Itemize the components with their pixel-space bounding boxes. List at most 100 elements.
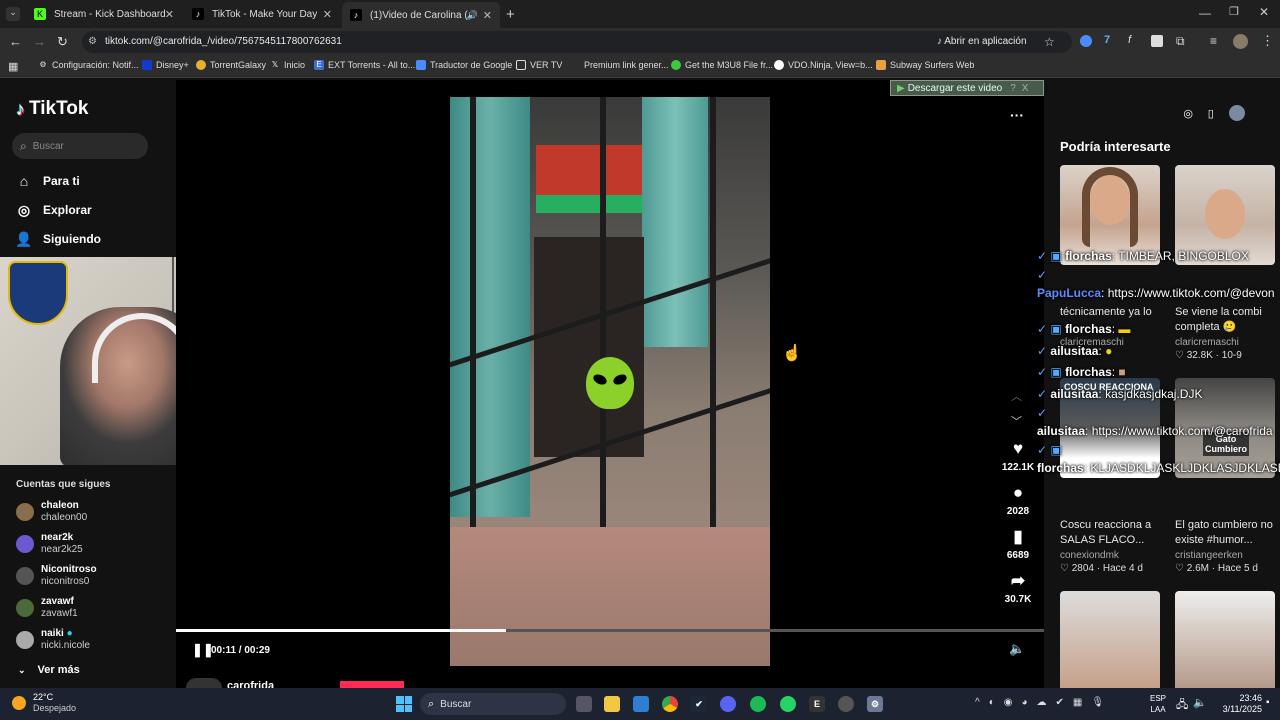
bookmark-item[interactable]: Subway Surfers Web	[876, 60, 974, 70]
settings-icon[interactable]: ⚙	[867, 696, 883, 712]
file-explorer-icon[interactable]	[604, 696, 620, 712]
site-info-icon[interactable]: ⚙	[88, 31, 97, 53]
network-icon[interactable]: 🖧	[1176, 696, 1188, 715]
phone-icon[interactable]: ▯	[1208, 107, 1214, 120]
url-input[interactable]: ⚙ tiktok.com/@carofrida_/video/756754511…	[82, 31, 1072, 53]
following-item[interactable]: zavawf zavawf1	[16, 596, 78, 620]
chat-message: ✓ ailusitaa: ●	[1037, 344, 1112, 358]
apps-icon[interactable]: ▦	[8, 60, 18, 73]
video-card[interactable]	[1060, 591, 1160, 688]
close-icon[interactable]: ✕	[323, 8, 332, 21]
author-avatar[interactable]	[186, 678, 222, 688]
more-options-icon[interactable]: ···	[1010, 107, 1024, 123]
extension-icon[interactable]: f	[1128, 34, 1131, 46]
bookmark-label: EXT Torrents - All to...	[328, 60, 416, 70]
speaker-icon[interactable]: 🔊	[467, 10, 478, 21]
following-item[interactable]: naiki ● nicki.nicole	[16, 628, 90, 652]
menu-icon[interactable]: ≡	[1210, 34, 1217, 48]
tab-video[interactable]: ♪ (1)Video de Carolina (@carofrida 🔊 ✕	[342, 2, 500, 28]
bookmark-item[interactable]: VDO.Ninja, View=b...	[774, 60, 873, 70]
progress-track[interactable]	[176, 629, 1044, 632]
open-in-app-button[interactable]: ♪ Abrir en aplicación	[937, 31, 1027, 53]
search-input[interactable]: ⌕ Buscar	[12, 133, 148, 159]
discord-icon[interactable]	[720, 696, 736, 712]
bookmark-item[interactable]: TorrentGalaxy	[196, 60, 266, 70]
scroll-up-icon[interactable]: ︿	[1011, 388, 1022, 404]
more-icon[interactable]: ⋮	[1261, 33, 1274, 49]
author-name[interactable]: carofrida	[227, 680, 274, 688]
extension-icon[interactable]	[1151, 35, 1163, 47]
chrome-icon[interactable]	[662, 696, 678, 712]
new-tab-icon[interactable]: +	[506, 6, 515, 23]
language-indicator[interactable]: ESP LAA	[1150, 693, 1166, 715]
scroll-down-icon[interactable]: ﹀	[1011, 413, 1022, 429]
taskbar-search[interactable]: ⌕ Buscar	[420, 693, 566, 715]
bookmark-item[interactable]: ⚙ Configuración: Notif...	[38, 60, 138, 70]
close-icon[interactable]: ✕	[165, 8, 174, 21]
reload-icon[interactable]: ↻	[57, 34, 68, 50]
task-view-icon[interactable]	[576, 696, 592, 712]
tab-kick[interactable]: K Stream - Kick Dashboard ✕	[26, 4, 182, 24]
nav-siguiendo[interactable]: 👤 Siguiendo	[15, 231, 101, 247]
bookmark-item[interactable]: Traductor de Google	[416, 60, 512, 70]
right-panel: ◎ ▯ Podría interesarte técnicamente ya l…	[1044, 78, 1280, 688]
volume-icon[interactable]: 🔈	[1009, 641, 1025, 657]
star-icon[interactable]: ☆	[1044, 31, 1055, 53]
bookmark-label: TorrentGalaxy	[210, 60, 267, 70]
bookmark-item[interactable]: VER TV	[516, 60, 562, 70]
following-name: chaleon	[41, 500, 79, 511]
bookmark-item[interactable]: E EXT Torrents - All to...	[314, 60, 415, 70]
link-icon	[570, 60, 580, 70]
extension-icon[interactable]	[1080, 35, 1092, 47]
following-item[interactable]: Niconitroso niconitros0	[16, 564, 97, 588]
avatar[interactable]	[1233, 34, 1248, 49]
save-action[interactable]: ▮ 6689	[1000, 528, 1036, 562]
clock[interactable]: 23:46 3/11/2025	[1214, 693, 1262, 715]
avatar[interactable]	[1228, 105, 1245, 121]
help-icon[interactable]: ?	[1010, 83, 1016, 94]
windows-start-icon[interactable]	[396, 696, 412, 712]
close-icon[interactable]: ✕	[483, 9, 492, 22]
extension-icon[interactable]: 7	[1104, 34, 1110, 46]
comment-action[interactable]: ● 2028	[1000, 484, 1036, 518]
whatsapp-icon[interactable]	[780, 696, 796, 712]
obs-icon[interactable]	[838, 696, 854, 712]
follow-button[interactable]	[340, 681, 404, 688]
video-player[interactable]: ▶ Descargar este video ? X ··· ︿ ﹀ ❚❚ 00…	[176, 80, 1044, 688]
video-card[interactable]	[1175, 591, 1275, 688]
photos-icon[interactable]	[633, 696, 649, 712]
see-more-button[interactable]: ⌄ Ver más	[18, 664, 80, 676]
nav-explorar[interactable]: ◎ Explorar	[16, 202, 92, 218]
share-action[interactable]: ➦ 30.7K	[1000, 572, 1036, 606]
following-handle: near2k25	[41, 544, 83, 555]
following-item[interactable]: near2k near2k25	[16, 532, 83, 556]
bookmark-item[interactable]: Disney+	[142, 60, 189, 70]
bookmark-item[interactable]: 𝕏 Inicio	[270, 60, 305, 70]
bookmark-item[interactable]: Get the M3U8 File fr...	[671, 60, 773, 70]
disney-icon	[142, 60, 152, 70]
puzzle-icon[interactable]: ⧉	[1176, 34, 1185, 49]
clock-date: 3/11/2025	[1222, 704, 1262, 714]
following-item[interactable]: chaleon chaleon00	[16, 500, 87, 524]
restore-icon[interactable]: ❐	[1229, 5, 1239, 18]
tiktok-logo[interactable]: ♪ TikTok	[16, 98, 88, 120]
tab-tiktok[interactable]: ♪ TikTok - Make Your Day ✕	[184, 4, 340, 24]
bookmark-item[interactable]: Premium link gener...	[570, 60, 669, 70]
minimize-icon[interactable]: —	[1199, 6, 1211, 20]
compass-icon[interactable]: ◎	[1183, 107, 1193, 120]
epic-icon[interactable]: E	[809, 696, 825, 712]
close-window-icon[interactable]: ✕	[1259, 5, 1269, 19]
download-button[interactable]: ▶ Descargar este video ? X	[890, 80, 1044, 96]
forward-icon[interactable]: →	[33, 34, 46, 49]
like-action[interactable]: ♥ 122.1K	[1000, 440, 1036, 474]
notification-icon[interactable]: ▪	[1266, 697, 1270, 708]
weather-widget[interactable]: 22°C Despejado	[12, 692, 76, 714]
close-icon[interactable]: X	[1022, 83, 1029, 94]
spotify-icon[interactable]	[750, 696, 766, 712]
tab-search-icon[interactable]: ⌄	[6, 7, 20, 21]
weather-temp: 22°C	[33, 692, 54, 702]
back-icon[interactable]: ←	[9, 34, 22, 49]
nav-para-ti[interactable]: ⌂ Para ti	[16, 173, 80, 189]
steam-icon[interactable]: ✔	[691, 696, 707, 712]
volume-icon[interactable]: 🔈	[1193, 696, 1207, 709]
